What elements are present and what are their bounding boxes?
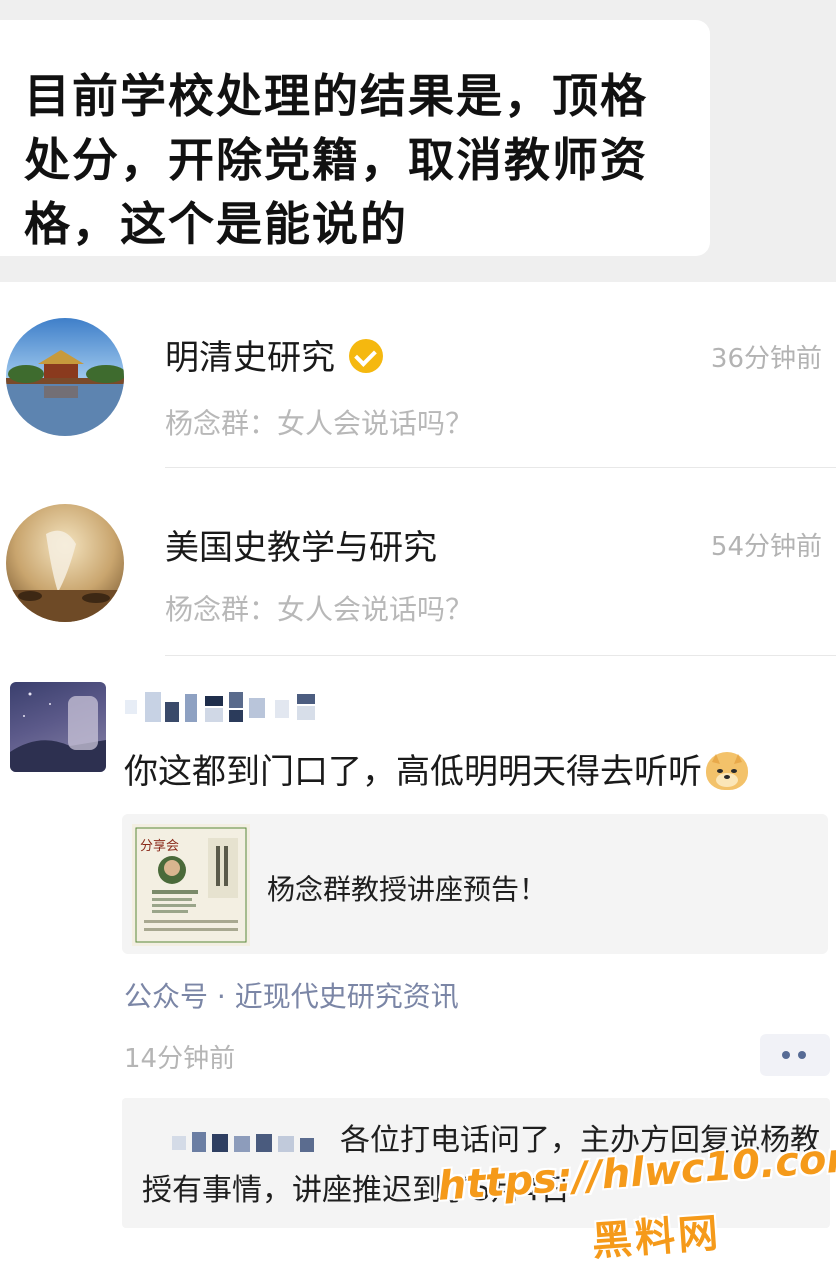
chat-time: 36分钟前: [710, 344, 822, 374]
chat-name: 美国史教学与研究: [165, 528, 437, 568]
chat-background: 目前学校处理的结果是，顶格处分，开除党籍，取消教师资格，这个是能说的: [0, 0, 836, 282]
chat-name-text: 明清史研究: [165, 338, 335, 378]
divider: [165, 655, 836, 656]
more-dot-icon: [782, 1051, 790, 1059]
share-card[interactable]: 分享会 杨念群教授讲座预告！: [122, 814, 828, 954]
doge-face-icon: [709, 753, 745, 788]
forbidden-city-avatar-image: [6, 318, 124, 436]
verified-badge-icon: [349, 338, 383, 373]
chat-preview: 杨念群：女人会说话吗？: [165, 407, 474, 440]
avatar: [6, 504, 124, 622]
source-link[interactable]: 公众号 · 近现代史研究资讯: [124, 975, 459, 1015]
more-actions-button[interactable]: [760, 1034, 830, 1076]
chat-name: 明清史研究: [165, 330, 383, 379]
moment-text-content: 你这都到门口了，高低明明天得去听听: [124, 752, 702, 792]
thumbnail-header: 分享会: [140, 838, 179, 854]
chat-list-item[interactable]: 美国史教学与研究 54分钟前 杨念群：女人会说话吗？: [0, 470, 836, 656]
doge-emoji-icon: [706, 751, 748, 790]
blurred-username[interactable]: [125, 688, 330, 726]
blurred-avatar-image: [10, 692, 106, 772]
message-text: 目前学校处理的结果是，顶格处分，开除党籍，取消教师资格，这个是能说的: [24, 69, 648, 251]
chat-list-item[interactable]: 明清史研究 36分钟前 杨念群：女人会说话吗？: [0, 282, 836, 468]
avatar[interactable]: [10, 682, 106, 772]
painting-avatar-image: [6, 504, 124, 622]
share-title: 杨念群教授讲座预告！: [267, 873, 548, 906]
message-bubble[interactable]: 目前学校处理的结果是，顶格处分，开除党籍，取消教师资格，这个是能说的: [0, 20, 710, 256]
more-dot-icon: [798, 1051, 806, 1059]
pixelated-name-image: [125, 692, 315, 722]
share-thumbnail: 分享会: [132, 824, 250, 946]
poster-thumbnail-image: 分享会: [132, 824, 250, 946]
chat-time: 54分钟前: [710, 532, 822, 562]
watermark-name: 黑料网: [590, 1210, 723, 1266]
chat-preview: 杨念群：女人会说话吗？: [165, 593, 474, 626]
moment-time: 14分钟前: [124, 1044, 236, 1074]
moment-text: 你这都到门口了，高低明明天得去听听: [124, 744, 748, 793]
avatar: [6, 318, 124, 436]
divider: [165, 467, 836, 468]
